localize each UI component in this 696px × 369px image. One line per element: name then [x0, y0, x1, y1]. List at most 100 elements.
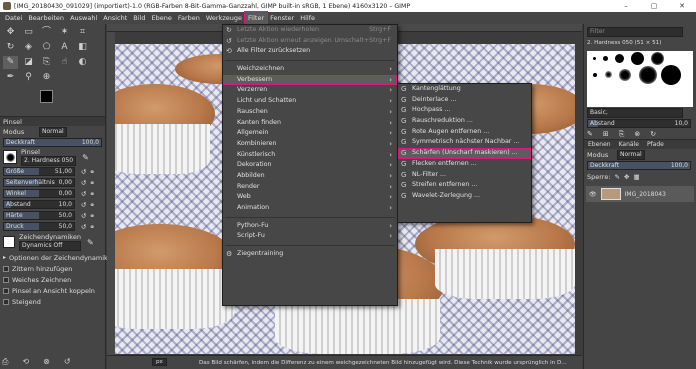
brush-preview[interactable] — [3, 150, 17, 164]
reset-ratio-icon[interactable]: ↺ — [81, 179, 86, 187]
menu-item-decor[interactable]: Dekoration › — [223, 160, 397, 171]
mode-select[interactable]: Normal — [39, 126, 67, 137]
menu-item-antialias[interactable]: G Kantenglättung — [398, 84, 531, 95]
tab-layers[interactable]: Ebenen — [584, 141, 615, 148]
dock-spacing-slider[interactable]: Abstand 10,0 — [587, 119, 691, 128]
rect-select-tool-icon[interactable]: ▭ — [21, 26, 36, 39]
hardness-slider[interactable]: Härte 50,0 — [3, 211, 75, 220]
menu-item-generic[interactable]: Allgemein › — [223, 128, 397, 139]
menu-item-nl-filter[interactable]: G NL-Filter ... — [398, 170, 531, 181]
menu-item-noise[interactable]: Rauschen › — [223, 107, 397, 118]
opt-dynamics-row[interactable]: ▸ Optionen der Zeichendynamik — [0, 252, 108, 263]
brush-grid[interactable] — [587, 51, 693, 107]
tab-channels[interactable]: Kanäle — [615, 141, 643, 148]
edit-brush-icon[interactable]: ✎ — [82, 153, 89, 162]
vertical-ruler[interactable] — [107, 32, 115, 358]
reset-icon[interactable]: ↺ — [64, 357, 71, 367]
menu-bearbeiten[interactable]: Bearbeiten — [25, 12, 67, 24]
menu-item-noise-reduction[interactable]: G Rauschreduktion ... — [398, 116, 531, 127]
menu-auswahl[interactable]: Auswahl — [67, 12, 100, 24]
link-ratio-icon[interactable]: ⚭ — [89, 179, 94, 187]
path-tool-icon[interactable]: ✒ — [3, 71, 18, 84]
menu-bild[interactable]: Bild — [130, 12, 148, 24]
restore-preset-icon[interactable]: ⟲ — [22, 357, 29, 367]
smudge-tool-icon[interactable]: ☝ — [57, 56, 72, 69]
menu-item-blur[interactable]: Weichzeichnen › — [223, 64, 397, 75]
warp-tool-icon[interactable]: ◈ — [21, 41, 36, 54]
jitter-checkbox[interactable] — [3, 265, 9, 272]
menu-item-render[interactable]: Render › — [223, 182, 397, 193]
bucket-fill-tool-icon[interactable]: ◧ — [75, 41, 90, 54]
brush-filter-input[interactable]: Filter — [587, 27, 683, 37]
layer-mode-select[interactable]: Normal — [617, 149, 645, 160]
brush-duplicate-icon[interactable]: ⎘ — [619, 130, 625, 139]
menu-item-goat-exercise[interactable]: ⚙ Ziegentraining — [223, 249, 397, 260]
unit-select[interactable]: px — [152, 358, 167, 366]
menu-item-snn[interactable]: G Symmetrisch nächster Nachbar ... — [398, 137, 531, 148]
dynamics-select[interactable]: Dynamics Off — [19, 241, 81, 251]
menu-item-animation[interactable]: Animation › — [223, 203, 397, 214]
text-tool-icon[interactable]: A — [57, 41, 72, 54]
repeat-last-item[interactable]: ↻ Letzte Aktion wiederholen Strg+F — [223, 25, 397, 36]
menu-item-destripe[interactable]: G Streifen entfernen ... — [398, 180, 531, 191]
smooth-checkbox[interactable] — [3, 276, 9, 283]
lock-pixels-icon[interactable]: ✎ — [615, 173, 620, 181]
menu-item-distorts[interactable]: Verzerren › — [223, 85, 397, 96]
opt-jitter-row[interactable]: Zittern hinzufügen — [0, 263, 105, 274]
incremental-checkbox[interactable] — [3, 298, 9, 305]
link-hardness-icon[interactable]: ⚭ — [89, 212, 94, 220]
layer-opacity-slider[interactable]: Deckkraft 100,0 — [587, 161, 691, 170]
reset-spacing-icon[interactable]: ↺ — [81, 201, 86, 209]
menu-item-despeckle[interactable]: G Flecken entfernen ... — [398, 159, 531, 170]
size-slider[interactable]: Größe 51,00 — [3, 167, 75, 176]
reset-angle-icon[interactable]: ↺ — [81, 190, 86, 198]
opt-smooth-row[interactable]: Weiches Zeichnen — [0, 274, 105, 285]
layer-row[interactable]: 👁 IMG_2018043 — [586, 186, 694, 202]
crop-tool-icon[interactable]: ⌗ — [75, 26, 90, 39]
menu-item-enhance[interactable]: Verbessern › — [223, 74, 397, 86]
brush-edit-icon[interactable]: ✎ — [587, 130, 593, 138]
menu-datei[interactable]: Datei — [2, 12, 25, 24]
brush-new-icon[interactable]: ⊞ — [603, 130, 609, 138]
lock-alpha-icon[interactable]: ▦ — [633, 173, 639, 181]
menu-ansicht[interactable]: Ansicht — [100, 12, 130, 24]
zoom-tool-icon[interactable]: ⊕ — [39, 71, 54, 84]
menu-item-deinterlace[interactable]: G Deinterlace ... — [398, 95, 531, 106]
pressure-slider[interactable]: Druck 50,0 — [3, 222, 75, 231]
link-pressure-icon[interactable]: ⚭ — [89, 223, 94, 231]
reshow-last-item[interactable]: ↺ Letzte Aktion erneut anzeigen Umschalt+S… — [223, 36, 397, 47]
reset-hardness-icon[interactable]: ↺ — [81, 212, 86, 220]
move-tool-icon[interactable]: ✥ — [3, 26, 18, 39]
menu-item-web[interactable]: Web › — [223, 192, 397, 203]
tab-paths[interactable]: Pfade — [643, 141, 668, 148]
cage-tool-icon[interactable]: ⬠ — [39, 41, 54, 54]
brush-tag-select[interactable]: Basic, — [587, 107, 683, 118]
brush-refresh-icon[interactable]: ↻ — [650, 130, 656, 138]
foreground-color-swatch[interactable] — [40, 90, 53, 103]
menu-item-wavelet[interactable]: G Wavelet-Zerlegung ... — [398, 191, 531, 202]
reset-all-filters-item[interactable]: ⟲ Alle Filter zurücksetzen — [223, 46, 397, 57]
link-spacing-icon[interactable]: ⚭ — [89, 201, 94, 209]
dynamics-preview[interactable] — [3, 236, 15, 248]
minimize-button[interactable]: – — [612, 0, 640, 12]
opt-incremental-row[interactable]: Steigend — [0, 296, 105, 307]
rotate-tool-icon[interactable]: ↻ — [3, 41, 18, 54]
save-preset-icon[interactable]: ⎙ — [2, 357, 8, 367]
spacing-slider[interactable]: Abstand 10,0 — [3, 200, 75, 209]
menu-item-artistic[interactable]: Künstlerisch › — [223, 150, 397, 161]
lock-position-icon[interactable]: ✥ — [624, 173, 629, 181]
visibility-eye-icon[interactable]: 👁 — [589, 191, 597, 198]
menu-item-map[interactable]: Abbilden › — [223, 171, 397, 182]
angle-slider[interactable]: Winkel 0,00 — [3, 189, 75, 198]
fuzzy-select-tool-icon[interactable]: ✶ — [57, 26, 72, 39]
link-size-icon[interactable]: ⚭ — [89, 168, 94, 176]
menu-filter[interactable]: Filter — [244, 11, 269, 25]
menu-item-script-fu[interactable]: Script-Fu › — [223, 231, 397, 242]
clone-tool-icon[interactable]: ⎘ — [39, 56, 54, 69]
menu-item-python-fu[interactable]: Python-Fu › — [223, 221, 397, 232]
edit-dynamics-icon[interactable]: ✎ — [87, 238, 94, 247]
link-angle-icon[interactable]: ⚭ — [89, 190, 94, 198]
reset-size-icon[interactable]: ↺ — [81, 168, 86, 176]
brush-delete-icon[interactable]: ⊗ — [634, 130, 640, 138]
delete-preset-icon[interactable]: ⊗ — [43, 357, 50, 367]
